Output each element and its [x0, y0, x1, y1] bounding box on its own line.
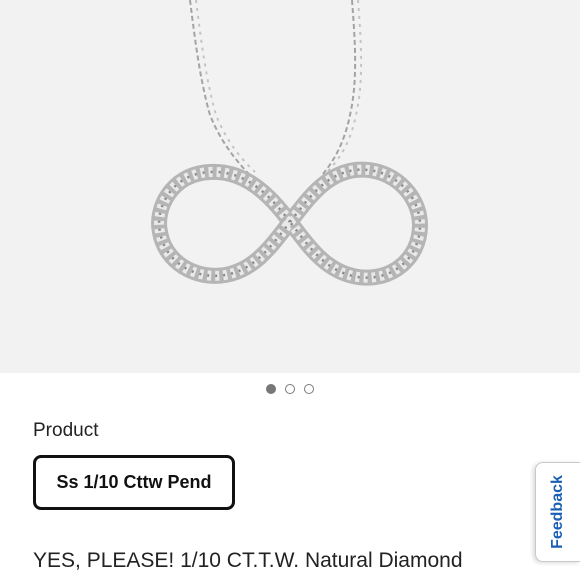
carousel-dot-1[interactable]	[266, 384, 276, 394]
product-variant-label: Ss 1/10 Cttw Pend	[56, 472, 212, 492]
right-chain	[321, 0, 363, 176]
infinity-pendant-illustration	[151, 0, 429, 286]
carousel-dot-2[interactable]	[285, 384, 295, 394]
product-option-label: Product	[33, 420, 99, 441]
feedback-label: Feedback	[549, 475, 566, 549]
left-chain	[189, 0, 256, 176]
infinity-pendant	[151, 161, 429, 286]
feedback-button[interactable]: Feedback	[535, 462, 580, 562]
product-image[interactable]	[0, 0, 580, 373]
carousel-dot-3[interactable]	[304, 384, 314, 394]
product-variant-button[interactable]: Ss 1/10 Cttw Pend	[33, 455, 235, 510]
product-page: Product Ss 1/10 Cttw Pend YES, PLEASE! 1…	[0, 0, 580, 580]
product-title: YES, PLEASE! 1/10 CT.T.W. Natural Diamon…	[33, 549, 463, 572]
image-carousel-indicators	[0, 384, 580, 398]
